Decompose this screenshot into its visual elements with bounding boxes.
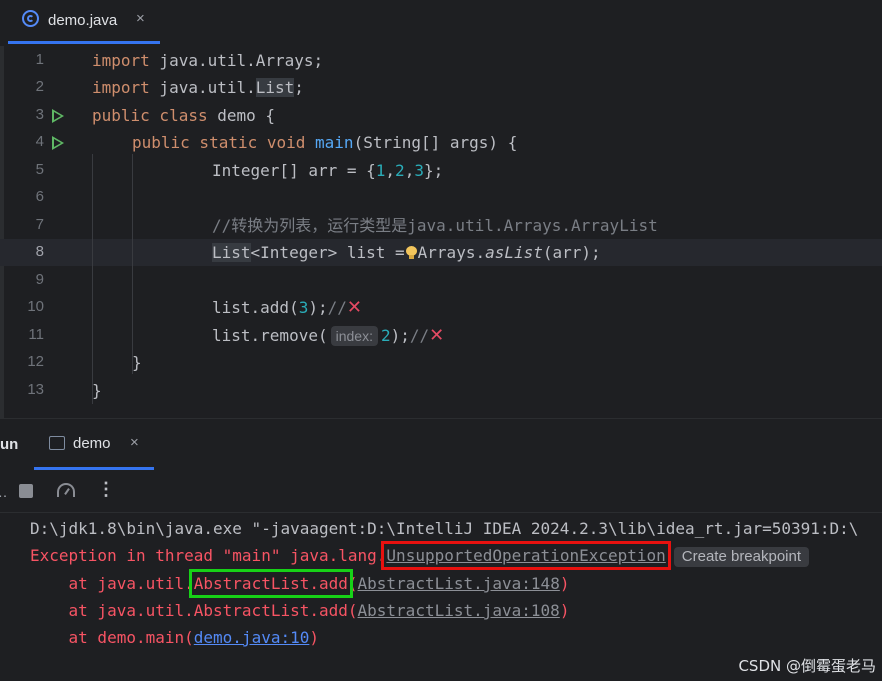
stack-trace-line: at demo.main(demo.java:10) bbox=[30, 628, 319, 647]
red-x-icon: ✕ bbox=[346, 297, 362, 318]
indent-guide bbox=[132, 154, 133, 374]
gauge-icon[interactable] bbox=[57, 483, 75, 497]
exception-class-link[interactable]: UnsupportedOperationException bbox=[381, 541, 671, 570]
code-line-13: } bbox=[92, 381, 102, 400]
line-number: 12 bbox=[27, 353, 44, 370]
stack-trace-line: at java.util.AbstractList.add(AbstractLi… bbox=[30, 569, 570, 598]
code-line-12: } bbox=[132, 353, 142, 372]
line-number-gutter[interactable]: 1 2 3 4 5 6 7 8 9 10 11 12 13 bbox=[0, 46, 78, 418]
highlighted-method: AbstractList.add bbox=[188, 569, 353, 598]
code-line-1: import java.util.Arrays; bbox=[92, 51, 324, 70]
source-link[interactable]: AbstractList.java:148 bbox=[358, 574, 560, 593]
tab-run-demo[interactable]: demo × bbox=[34, 419, 154, 470]
stack-trace-line: at java.util.AbstractList.add(AbstractLi… bbox=[30, 601, 570, 620]
run-toolbar: ‥ ⋮ bbox=[0, 470, 882, 513]
line-number: 2 bbox=[35, 78, 44, 95]
tab-demo-java[interactable]: demo.java × bbox=[8, 0, 160, 44]
source-link[interactable]: AbstractList.java:108 bbox=[358, 601, 560, 620]
code-line-2: import java.util.List; bbox=[92, 78, 304, 97]
code-line-3: public class demo { bbox=[92, 106, 276, 125]
line-number: 1 bbox=[35, 51, 44, 68]
console-side-strip bbox=[0, 513, 16, 681]
code-line-4: public static void main(String[] args) { bbox=[132, 133, 518, 152]
editor-tab-bar: demo.java × bbox=[0, 0, 882, 47]
lightbulb-icon[interactable] bbox=[405, 246, 417, 260]
java-class-icon bbox=[22, 10, 39, 27]
run-panel-header: un demo × bbox=[0, 418, 882, 471]
line-number: 9 bbox=[35, 271, 44, 288]
code-line-10: list.add(3);//✕ bbox=[212, 297, 362, 318]
line-number: 10 bbox=[27, 298, 44, 315]
line-number: 11 bbox=[28, 326, 44, 343]
code-line-5: Integer[] arr = {1,2,3}; bbox=[212, 161, 444, 180]
line-number: 13 bbox=[27, 381, 44, 398]
more-vertical-icon[interactable]: ⋮ bbox=[97, 479, 115, 500]
close-icon[interactable]: × bbox=[136, 10, 145, 27]
line-number-active: 8 bbox=[35, 243, 44, 260]
red-x-icon: ✕ bbox=[429, 325, 445, 346]
console-exception-line: Exception in thread "main" java.lang.Uns… bbox=[30, 541, 810, 570]
line-number: 3 bbox=[35, 106, 44, 123]
stop-icon[interactable] bbox=[19, 484, 33, 498]
line-number: 5 bbox=[35, 161, 44, 178]
code-line-8: List<Integer> list = Arrays.asList(arr); bbox=[212, 243, 601, 262]
console-icon bbox=[49, 436, 65, 450]
run-tool-window-label[interactable]: un bbox=[0, 436, 18, 453]
run-class-icon[interactable] bbox=[52, 109, 64, 123]
code-line-11: list.remove(index: 2);//✕ bbox=[212, 325, 445, 346]
run-tab-label: demo bbox=[73, 435, 111, 452]
line-number: 7 bbox=[35, 216, 44, 233]
indent-guide bbox=[92, 154, 93, 404]
parameter-hint: index: bbox=[330, 326, 378, 346]
close-icon[interactable]: × bbox=[130, 434, 139, 451]
line-number: 6 bbox=[35, 188, 44, 205]
line-number: 4 bbox=[35, 133, 44, 150]
code-editor[interactable]: 1 2 3 4 5 6 7 8 9 10 11 12 13 import jav… bbox=[0, 46, 882, 418]
code-line-7: //转换为列表，运行类型是java.util.Arrays.ArrayList bbox=[212, 216, 658, 235]
watermark: CSDN @倒霉蛋老马 bbox=[738, 657, 876, 675]
source-link[interactable]: demo.java:10 bbox=[194, 628, 310, 647]
tab-label: demo.java bbox=[48, 12, 118, 29]
run-main-icon[interactable] bbox=[52, 136, 64, 150]
create-breakpoint-button[interactable]: Create breakpoint bbox=[673, 547, 810, 567]
rerun-icon[interactable]: ‥ bbox=[0, 484, 7, 501]
console-command-line: D:\jdk1.8\bin\java.exe "-javaagent:D:\In… bbox=[30, 519, 859, 538]
